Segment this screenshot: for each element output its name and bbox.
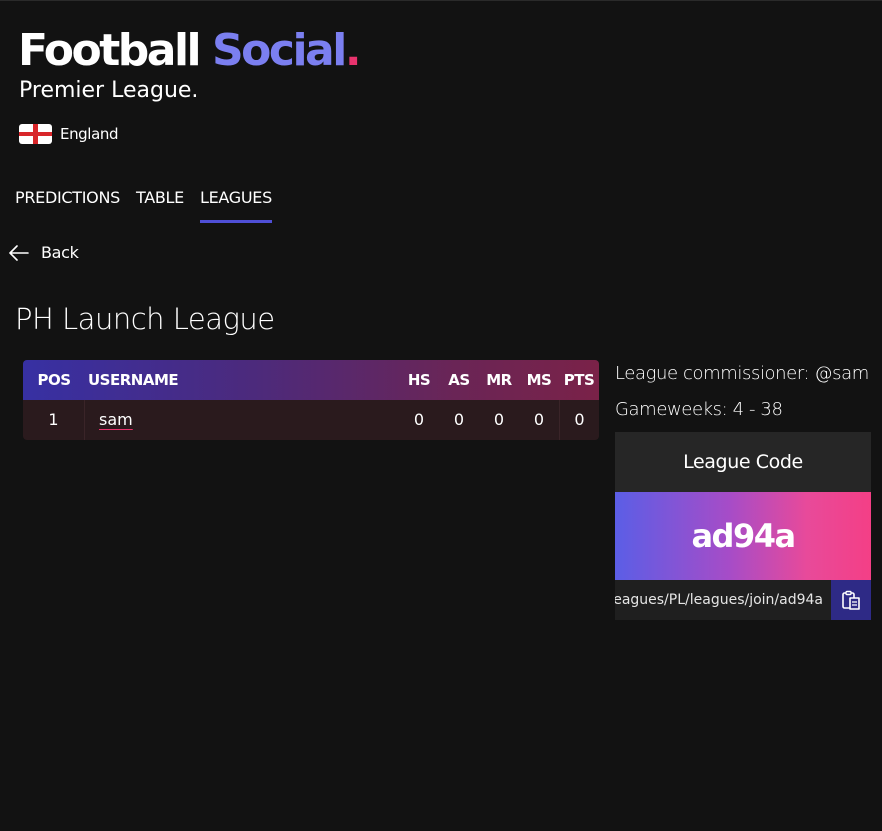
england-flag-icon [19, 124, 52, 144]
main-tabs: PREDICTIONS TABLE LEAGUES [15, 186, 288, 226]
cell-hs: 0 [413, 410, 425, 429]
header-username: USERNAME [88, 371, 179, 389]
header-as: AS [448, 371, 470, 389]
back-label: Back [41, 243, 79, 262]
logo-word-social: Social [211, 25, 347, 76]
tab-leagues[interactable]: LEAGUES [199, 186, 272, 223]
country-label: England [19, 123, 118, 145]
league-standings-table: POS USERNAME HS AS MR MS PTS 1 sam 0 0 0… [23, 360, 599, 440]
competition-name: Premier League. [19, 78, 199, 103]
join-link-field[interactable]: leagues/PL/leagues/join/ad94a [615, 580, 831, 620]
header-hs: HS [407, 371, 431, 389]
table-header: POS USERNAME HS AS MR MS PTS [23, 360, 599, 400]
country-name: England [60, 125, 119, 143]
cell-pts: 0 [559, 400, 599, 440]
cell-username: sam [85, 400, 399, 440]
username-link[interactable]: sam [99, 410, 133, 429]
league-gameweeks: Gameweeks: 4 - 38 [615, 399, 783, 420]
join-link-row: leagues/PL/leagues/join/ad94a [615, 580, 871, 620]
clipboard-copy-icon [842, 590, 860, 610]
tab-table[interactable]: TABLE [136, 186, 184, 223]
copy-link-button[interactable] [831, 580, 871, 620]
cell-pos: 1 [23, 400, 85, 440]
tab-predictions[interactable]: PREDICTIONS [15, 186, 120, 223]
cell-as: 0 [453, 410, 465, 429]
league-info-panel: League commissioner: @sam Gameweeks: 4 -… [615, 362, 871, 620]
logo-dot: . [344, 25, 362, 76]
top-border [0, 0, 882, 1]
league-commissioner: League commissioner: @sam [615, 363, 869, 384]
league-code-label: League Code [615, 432, 871, 492]
header-pos: POS [37, 371, 71, 389]
back-button[interactable]: Back [9, 243, 79, 262]
league-code-value: ad94a [615, 492, 871, 580]
cell-mr: 0 [493, 410, 505, 429]
logo-word-football: Football [18, 25, 202, 76]
header-ms: MS [526, 371, 552, 389]
table-row: 1 sam 0 0 0 0 0 [23, 400, 599, 440]
league-code-card: League Code ad94a leagues/PL/leagues/joi… [615, 432, 871, 620]
app-logo: Football Social. [18, 25, 362, 76]
league-title: PH Launch League [15, 302, 275, 336]
header-pts: PTS [563, 371, 595, 389]
join-link-text: leagues/PL/leagues/join/ad94a [615, 592, 823, 608]
header-mr: MR [486, 371, 512, 389]
cell-ms: 0 [533, 410, 545, 429]
arrow-left-icon [9, 244, 29, 261]
